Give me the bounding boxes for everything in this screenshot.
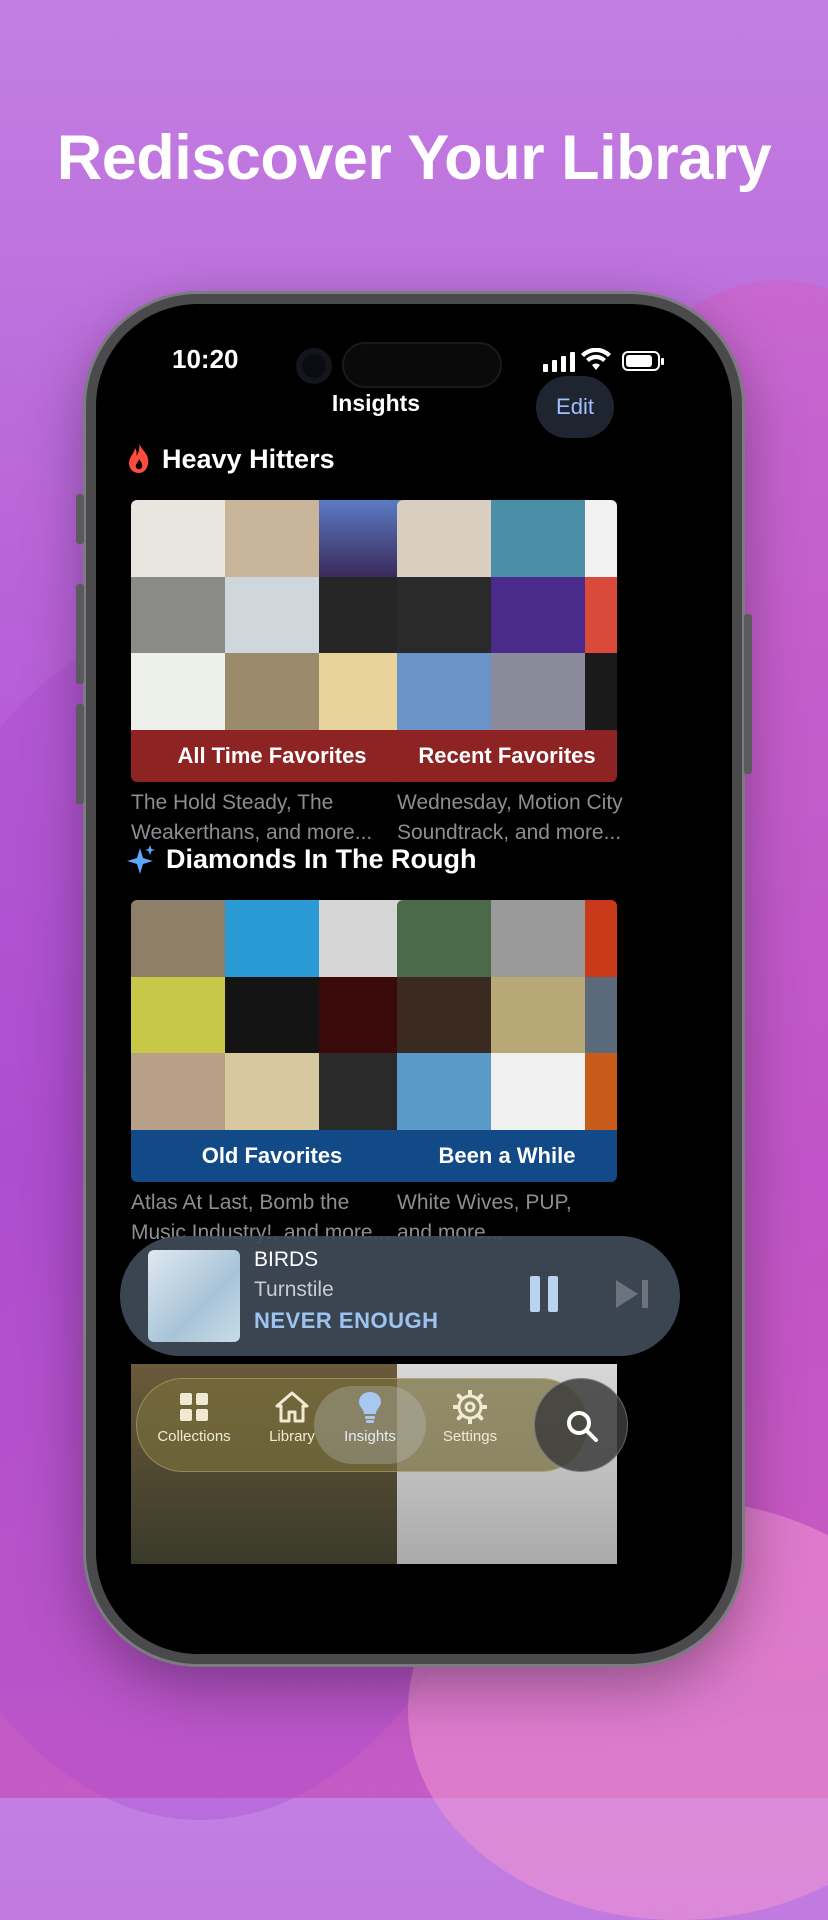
battery-icon xyxy=(622,351,664,371)
wifi-icon xyxy=(581,348,611,370)
card-label: All Time Favorites xyxy=(131,730,413,782)
phone-frame: 10:20 Insights Edit Heavy Hitters All Ti… xyxy=(76,294,752,1664)
tab-settings[interactable]: Settings xyxy=(425,1389,515,1445)
gear-icon xyxy=(452,1389,488,1425)
dynamic-island xyxy=(342,342,502,388)
section-title-diamonds-in-the-rough: Diamonds In The Rough xyxy=(166,844,477,874)
status-time: 10:20 xyxy=(172,344,239,374)
card-label: Recent Favorites xyxy=(397,730,617,782)
headline: Rediscover Your Library xyxy=(56,123,772,193)
front-camera xyxy=(296,348,332,384)
now-playing-line-2: Turnstile xyxy=(254,1278,334,1301)
flame-icon xyxy=(129,443,149,473)
collection-card-old-favorites[interactable]: Old Favorites xyxy=(131,900,413,1182)
album-art-grid xyxy=(131,900,413,1130)
house-icon xyxy=(275,1391,309,1423)
card-subtitle: Wednesday, Motion City Soundtrack, and m… xyxy=(397,791,623,844)
collection-card-recent-favorites[interactable]: Recent Favorites xyxy=(397,500,617,782)
section-title-heavy-hitters: Heavy Hitters xyxy=(162,444,335,474)
edit-button[interactable]: Edit xyxy=(536,376,614,438)
search-button[interactable] xyxy=(534,1378,628,1472)
now-playing-line-1: BIRDS xyxy=(254,1248,319,1271)
tab-collections[interactable]: Collections xyxy=(149,1390,239,1445)
app-screen: 10:20 Insights Edit Heavy Hitters All Ti… xyxy=(96,304,732,1654)
search-icon xyxy=(567,1411,598,1442)
tab-library[interactable]: Library xyxy=(247,1390,337,1445)
pause-button[interactable] xyxy=(530,1276,560,1312)
tab-label: Settings xyxy=(442,1428,498,1445)
next-track-icon[interactable] xyxy=(612,1278,652,1310)
album-art-grid xyxy=(397,900,617,1130)
grid-icon xyxy=(180,1393,208,1421)
tab-label: Library xyxy=(269,1428,315,1445)
tab-insights[interactable]: Insights xyxy=(325,1390,415,1445)
tab-label: Collections xyxy=(157,1428,231,1445)
tab-label: Insights xyxy=(344,1428,396,1445)
album-art-grid xyxy=(131,500,413,730)
now-playing-artwork xyxy=(148,1250,240,1342)
album-art-grid xyxy=(397,500,617,730)
collection-card-all-time-favorites[interactable]: All Time Favorites xyxy=(131,500,413,782)
signal-icon xyxy=(543,352,575,372)
card-subtitle: The Hold Steady, The Weakerthans, and mo… xyxy=(131,791,373,844)
sparkles-icon xyxy=(127,845,155,874)
card-label: Been a While xyxy=(397,1130,617,1182)
lightbulb-icon xyxy=(359,1392,381,1423)
collection-card-been-a-while[interactable]: Been a While xyxy=(397,900,617,1182)
card-label: Old Favorites xyxy=(131,1130,413,1182)
now-playing-line-3: NEVER ENOUGH xyxy=(254,1308,439,1333)
